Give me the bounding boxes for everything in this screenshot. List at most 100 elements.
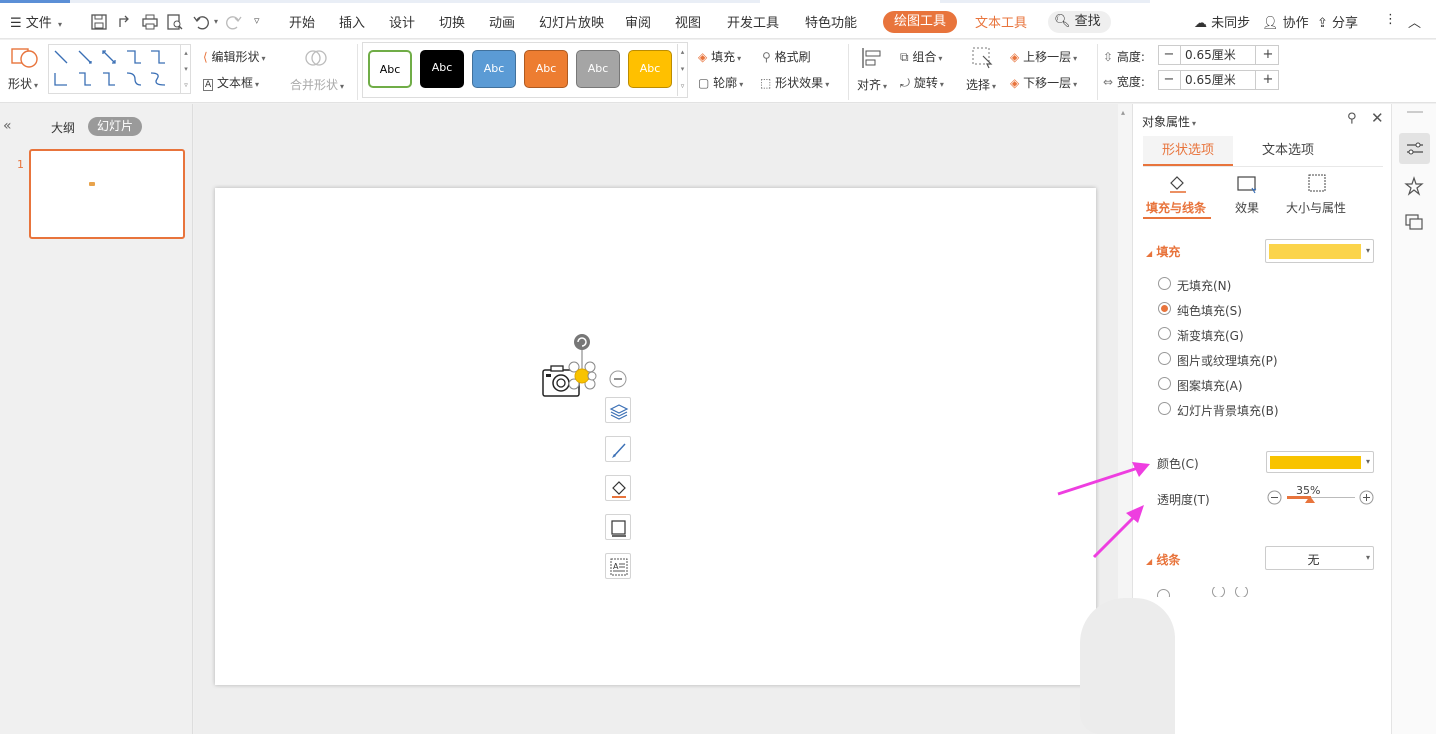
tab-review[interactable]: 审阅 bbox=[625, 12, 651, 31]
fill-option-radio-1[interactable] bbox=[1158, 302, 1171, 315]
undo-dropdown-icon[interactable]: ▾ bbox=[214, 17, 218, 26]
collapse-panel-icon[interactable]: « bbox=[3, 118, 12, 134]
search-button[interactable]: 🔍︎ 查找 bbox=[1048, 11, 1111, 33]
style-white-green[interactable]: Abc bbox=[368, 50, 412, 88]
fill-option-radio-5[interactable] bbox=[1158, 402, 1171, 415]
width-increase[interactable]: + bbox=[1258, 71, 1278, 89]
tab-home[interactable]: 开始 bbox=[289, 12, 315, 31]
fill-section-header[interactable]: ◢ 填充 bbox=[1146, 243, 1180, 260]
redo-icon[interactable] bbox=[225, 13, 243, 31]
outline-button[interactable]: ▢ 轮廓 ▾ bbox=[698, 74, 743, 91]
file-menu[interactable]: ☰ 文件 ▾ bbox=[10, 12, 62, 31]
sync-status[interactable]: ☁ 未同步 bbox=[1194, 12, 1250, 31]
layer-order-button[interactable] bbox=[605, 397, 631, 423]
subtab-size-property[interactable]: 大小与属性 bbox=[1286, 199, 1346, 216]
select-button[interactable]: 选择 ▾ bbox=[966, 76, 996, 93]
tab-shape-options[interactable]: 形状选项 bbox=[1143, 136, 1233, 166]
fill-option-radio-4[interactable] bbox=[1158, 377, 1171, 390]
fill-option-label-1[interactable]: 纯色填充(S) bbox=[1177, 302, 1242, 319]
height-increase[interactable]: + bbox=[1258, 46, 1278, 64]
style-orange[interactable]: Abc bbox=[524, 50, 568, 88]
shape-button[interactable]: 形状 ▾ bbox=[8, 75, 38, 92]
tab-special-features[interactable]: 特色功能 bbox=[805, 12, 857, 31]
fill-option-label-2[interactable]: 渐变填充(G) bbox=[1177, 327, 1244, 344]
slide-switch-icon[interactable] bbox=[1404, 212, 1424, 232]
animation-star-icon[interactable] bbox=[1404, 176, 1424, 196]
fill-option-radio-3[interactable] bbox=[1158, 352, 1171, 365]
panel-title[interactable]: 对象属性 ▾ bbox=[1142, 113, 1196, 130]
save-icon[interactable] bbox=[90, 13, 108, 31]
fill-option-radio-0[interactable] bbox=[1158, 277, 1171, 290]
property-pane-button[interactable] bbox=[1399, 133, 1430, 164]
close-icon[interactable]: ✕ bbox=[1371, 109, 1384, 127]
bring-forward-button[interactable]: ◈ 上移一层 ▾ bbox=[1010, 48, 1077, 65]
send-backward-button[interactable]: ◈ 下移一层 ▾ bbox=[1010, 74, 1077, 91]
edit-shape-button[interactable]: ⟨ 编辑形状 ▾ bbox=[203, 48, 266, 65]
style-gold[interactable]: Abc bbox=[628, 50, 672, 88]
group-button[interactable]: ⧉ 组合 ▾ bbox=[900, 48, 942, 65]
print-preview-icon[interactable] bbox=[166, 13, 184, 31]
collapse-toolbar-icon[interactable] bbox=[609, 370, 627, 388]
undo-icon[interactable] bbox=[192, 13, 210, 31]
subtab-fill-line[interactable]: 填充与线条 bbox=[1146, 199, 1206, 216]
tab-text-tools[interactable]: 文本工具 bbox=[975, 12, 1027, 31]
style-blue[interactable]: Abc bbox=[472, 50, 516, 88]
text-wrap-button[interactable]: A bbox=[605, 553, 631, 579]
more-icon[interactable]: ⋮ bbox=[1384, 12, 1397, 27]
width-input[interactable]: − 0.65厘米 + bbox=[1158, 70, 1279, 90]
shape-style-button[interactable] bbox=[605, 436, 631, 462]
line-style-dropdown[interactable]: 无 ▾ bbox=[1265, 546, 1374, 570]
fill-option-label-0[interactable]: 无填充(N) bbox=[1177, 277, 1231, 294]
fill-option-label-4[interactable]: 图案填充(A) bbox=[1177, 377, 1243, 394]
fill-option-label-3[interactable]: 图片或纹理填充(P) bbox=[1177, 352, 1278, 369]
print-icon[interactable] bbox=[141, 13, 159, 31]
shape-fill-button[interactable] bbox=[605, 475, 631, 501]
tab-view[interactable]: 视图 bbox=[675, 12, 701, 31]
transparency-slider-thumb[interactable] bbox=[1305, 496, 1315, 503]
tab-developer[interactable]: 开发工具 bbox=[727, 12, 779, 31]
pin-icon[interactable]: ⚲ bbox=[1347, 111, 1357, 126]
tab-outline[interactable]: 大纲 bbox=[51, 119, 75, 136]
textbox-button[interactable]: A 文本框 ▾ bbox=[203, 74, 259, 91]
camera-icon[interactable] bbox=[536, 330, 606, 402]
fill-button[interactable]: ◈ 填充 ▾ bbox=[698, 48, 741, 65]
scroll-up-icon[interactable]: ▴ bbox=[1121, 108, 1125, 117]
share-button[interactable]: ⇪ 分享 bbox=[1317, 12, 1358, 31]
fill-option-radio-2[interactable] bbox=[1158, 327, 1171, 340]
rotate-button[interactable]: ⤾ 旋转 ▾ bbox=[900, 74, 944, 91]
fill-option-label-5[interactable]: 幻灯片背景填充(B) bbox=[1177, 402, 1279, 419]
tab-design[interactable]: 设计 bbox=[389, 12, 415, 31]
tab-slideshow[interactable]: 幻灯片放映 bbox=[539, 12, 604, 31]
height-input[interactable]: − 0.65厘米 + bbox=[1158, 45, 1279, 65]
shape-icon[interactable] bbox=[10, 44, 40, 70]
fill-color-dropdown[interactable]: ▾ bbox=[1265, 239, 1374, 263]
gallery-scroll[interactable]: ▴ ▾ ▿ bbox=[180, 45, 191, 93]
subtab-effect[interactable]: 效果 bbox=[1235, 199, 1259, 216]
shape-outline-button[interactable] bbox=[605, 514, 631, 540]
customize-toolbar-icon[interactable]: ▿ bbox=[254, 14, 260, 27]
transparency-increase-icon[interactable] bbox=[1359, 490, 1374, 505]
collab-button[interactable]: 👤︎ 协作 bbox=[1262, 12, 1309, 31]
format-painter-button[interactable]: ⚲ 格式刷 bbox=[762, 48, 811, 65]
align-button[interactable]: 对齐 ▾ bbox=[857, 76, 887, 93]
transparency-decrease-icon[interactable] bbox=[1267, 490, 1282, 505]
tab-animation[interactable]: 动画 bbox=[489, 12, 515, 31]
width-decrease[interactable]: − bbox=[1159, 71, 1179, 89]
height-decrease[interactable]: − bbox=[1159, 46, 1179, 64]
style-gray[interactable]: Abc bbox=[576, 50, 620, 88]
tab-transition[interactable]: 切换 bbox=[439, 12, 465, 31]
style-gallery-scroll[interactable]: ▴ ▾ ▿ bbox=[677, 44, 687, 96]
slide-thumbnail-1[interactable] bbox=[29, 149, 185, 239]
style-black[interactable]: Abc bbox=[420, 50, 464, 88]
output-icon[interactable] bbox=[116, 13, 134, 31]
collapse-ribbon-icon[interactable]: ︿ bbox=[1408, 12, 1421, 31]
tab-text-options[interactable]: 文本选项 bbox=[1243, 136, 1333, 166]
tab-drawing-tools[interactable]: 绘图工具 bbox=[883, 11, 958, 33]
tab-insert[interactable]: 插入 bbox=[339, 12, 365, 31]
slide-canvas[interactable] bbox=[215, 188, 1096, 685]
shape-effect-button[interactable]: ⬚ 形状效果 ▾ bbox=[760, 74, 829, 91]
merge-shape-button[interactable]: 合并形状 ▾ bbox=[290, 76, 344, 93]
shape-gallery[interactable]: ▴ ▾ ▿ bbox=[48, 44, 191, 94]
tab-slides[interactable]: 幻灯片 bbox=[88, 117, 143, 136]
color-dropdown[interactable]: ▾ bbox=[1266, 451, 1374, 473]
